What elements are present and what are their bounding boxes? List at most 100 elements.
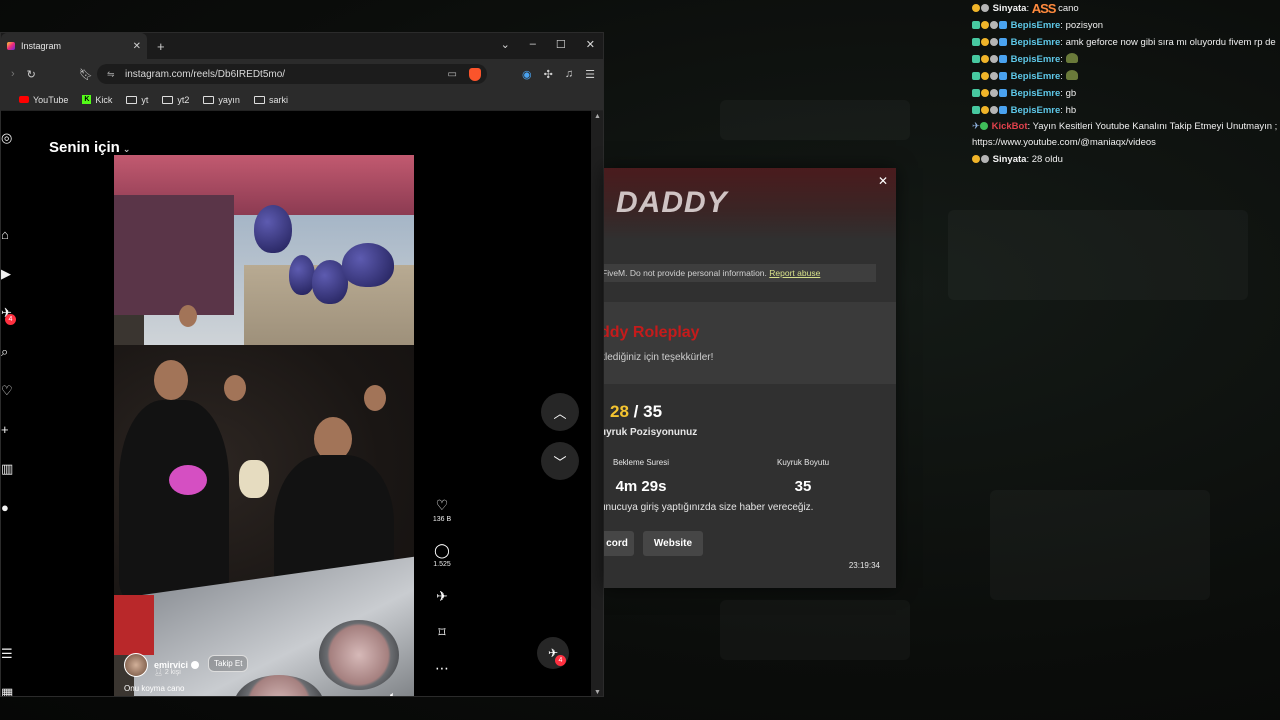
bookmark-kick[interactable]: K Kick	[82, 95, 112, 105]
wait-time-value: 4m 29s	[615, 478, 667, 495]
badge-icon	[999, 106, 1007, 114]
address-bar[interactable]: ⇋ instagram.com/reels/Db6IREDt5mo/ ▭	[97, 64, 487, 84]
create-icon[interactable]: +	[1, 423, 15, 437]
comment-icon[interactable]: ◯	[429, 542, 455, 558]
audio-playing-icon[interactable]: ◉	[522, 68, 532, 81]
site-info-icon[interactable]: ⇋	[107, 69, 115, 80]
dialog-close-icon[interactable]: ✕	[878, 174, 888, 188]
volume-icon[interactable]: 🔈︎	[390, 690, 395, 696]
bookmark-folder-yt2[interactable]: yt2	[162, 95, 189, 105]
feed-title[interactable]: Senin için ⌄	[49, 139, 130, 156]
minimize-icon[interactable]: –	[530, 38, 536, 51]
queue-size-label: Kuyruk Boyutu	[776, 458, 830, 467]
messages-fab[interactable]: ✈ 4	[537, 637, 569, 669]
bookmarks-bar: YouTube K Kick yt yt2 yayın sarki	[1, 89, 603, 111]
bookmark-page-icon[interactable]: 🔖︎	[79, 68, 93, 81]
badge-icon	[972, 38, 980, 46]
chat-text: pozisyon	[1065, 20, 1104, 31]
forward-icon[interactable]: ›	[11, 68, 15, 80]
instagram-favicon-icon	[7, 42, 15, 50]
more-menu-icon[interactable]: ☰	[1, 647, 15, 661]
previous-reel-button[interactable]: ︿	[541, 393, 579, 431]
bookmark-label: Kick	[95, 94, 113, 105]
badge-icon	[981, 72, 989, 80]
dialog-header: DADDY ✕	[604, 168, 896, 240]
chat-username[interactable]: KickBot	[992, 121, 1028, 132]
also-from-meta-icon[interactable]: ▦	[1, 686, 15, 697]
save-action[interactable]: ⌑	[429, 624, 455, 640]
chat-text: amk geforce now gibi sıra mı oluyordu fi…	[1065, 37, 1276, 48]
close-window-icon[interactable]: ✕	[586, 38, 595, 51]
chat-username[interactable]: BepisEmre	[1011, 71, 1061, 82]
bookmark-folder-yt[interactable]: yt	[126, 95, 148, 105]
badge-icon	[990, 89, 998, 97]
badge-icon	[999, 89, 1007, 97]
discord-button[interactable]: cord	[604, 531, 634, 556]
more-options-icon[interactable]: ⋯	[429, 660, 455, 676]
reload-icon[interactable]: ↻	[27, 68, 36, 81]
chat-username[interactable]: BepisEmre	[1011, 54, 1061, 65]
website-button[interactable]: Website	[643, 531, 703, 556]
media-icon[interactable]: ♫	[565, 68, 573, 81]
chat-username[interactable]: BepisEmre	[1011, 105, 1061, 116]
page-scrollbar[interactable]: ▲ ▼	[591, 111, 603, 696]
share-action[interactable]: ✈	[429, 588, 455, 604]
like-action[interactable]: ♡ 136 B	[429, 497, 455, 523]
badge-icon	[981, 89, 989, 97]
chat-username[interactable]: Sinyata	[993, 3, 1027, 14]
video-balloon	[254, 205, 292, 253]
chat-username[interactable]: BepisEmre	[1011, 37, 1061, 48]
follow-button[interactable]: Takip Et	[208, 655, 249, 672]
menu-icon[interactable]: ☰	[585, 68, 595, 81]
next-reel-button[interactable]: ﹀	[541, 442, 579, 480]
dashboard-icon[interactable]: ▥	[1, 462, 15, 476]
home-icon[interactable]: ⌂	[1, 228, 15, 242]
badge-icon	[981, 21, 989, 29]
chat-separator: :	[1060, 105, 1063, 116]
search-icon[interactable]: ⌕	[1, 345, 15, 359]
scroll-up-icon[interactable]: ▲	[594, 113, 601, 120]
tab-list-chevron-icon[interactable]: ⌄	[501, 38, 510, 51]
bookmark-folder-sarki[interactable]: sarki	[253, 95, 288, 105]
maximize-icon[interactable]: ☐	[556, 38, 566, 51]
video-ice-cream	[169, 465, 207, 495]
chat-text: hb	[1065, 105, 1077, 116]
new-tab-icon[interactable]: +	[157, 39, 165, 54]
background-window-ghost	[720, 100, 910, 140]
heart-icon[interactable]: ♡	[429, 497, 455, 513]
chat-username[interactable]: BepisEmre	[1011, 20, 1061, 31]
url-text: instagram.com/reels/Db6IREDt5mo/	[125, 68, 286, 80]
badge-icon	[972, 155, 980, 163]
chat-message: BepisEmre:	[972, 68, 1280, 85]
report-abuse-link[interactable]: Report abuse	[769, 268, 820, 278]
bookmark-icon[interactable]: ⌑	[429, 624, 455, 640]
profile-avatar-icon[interactable]: ●	[1, 501, 15, 515]
background-window-ghost	[990, 490, 1210, 600]
tab-close-icon[interactable]: ✕	[133, 41, 141, 52]
chat-message: ✈ KickBot: Yayın Kesitleri Youtube Kanal…	[972, 119, 1280, 151]
video-person	[179, 305, 197, 327]
chat-username[interactable]: BepisEmre	[1011, 88, 1061, 99]
author-avatar[interactable]	[124, 653, 148, 677]
bookmark-folder-yayin[interactable]: yayın	[203, 95, 240, 105]
brave-shields-icon[interactable]	[469, 67, 481, 81]
chat-username[interactable]: Sinyata	[993, 154, 1027, 165]
reel-video[interactable]: emirvici 👤︎ 2 kişi Takip Et Onu koyma ca…	[114, 155, 414, 696]
notifications-icon[interactable]: ♡	[1, 384, 15, 398]
reels-icon[interactable]: ▶	[1, 267, 15, 281]
share-icon[interactable]: ✈	[429, 588, 455, 604]
badge-icon	[981, 106, 989, 114]
comment-action[interactable]: ◯ 1.525	[429, 542, 455, 568]
cast-icon[interactable]: ▭	[448, 69, 457, 80]
scroll-down-icon[interactable]: ▼	[594, 689, 601, 696]
extensions-icon[interactable]: ✣	[544, 68, 553, 81]
bookmark-youtube[interactable]: YouTube	[19, 95, 68, 105]
messages-fab-badge: 4	[555, 655, 566, 666]
collab-people[interactable]: 👤︎ 2 kişi	[154, 668, 181, 676]
more-action[interactable]: ⋯	[429, 660, 455, 676]
badge-icon	[999, 38, 1007, 46]
tab-instagram[interactable]: Instagram ✕	[1, 33, 147, 59]
chevron-down-icon: ﹀	[553, 454, 567, 470]
instagram-sidebar: ◎ ⌂ ▶ ✈ 4 ⌕ ♡ + ▥ ● ☰ ▦	[1, 111, 21, 697]
instagram-logo-icon[interactable]: ◎	[1, 131, 15, 145]
